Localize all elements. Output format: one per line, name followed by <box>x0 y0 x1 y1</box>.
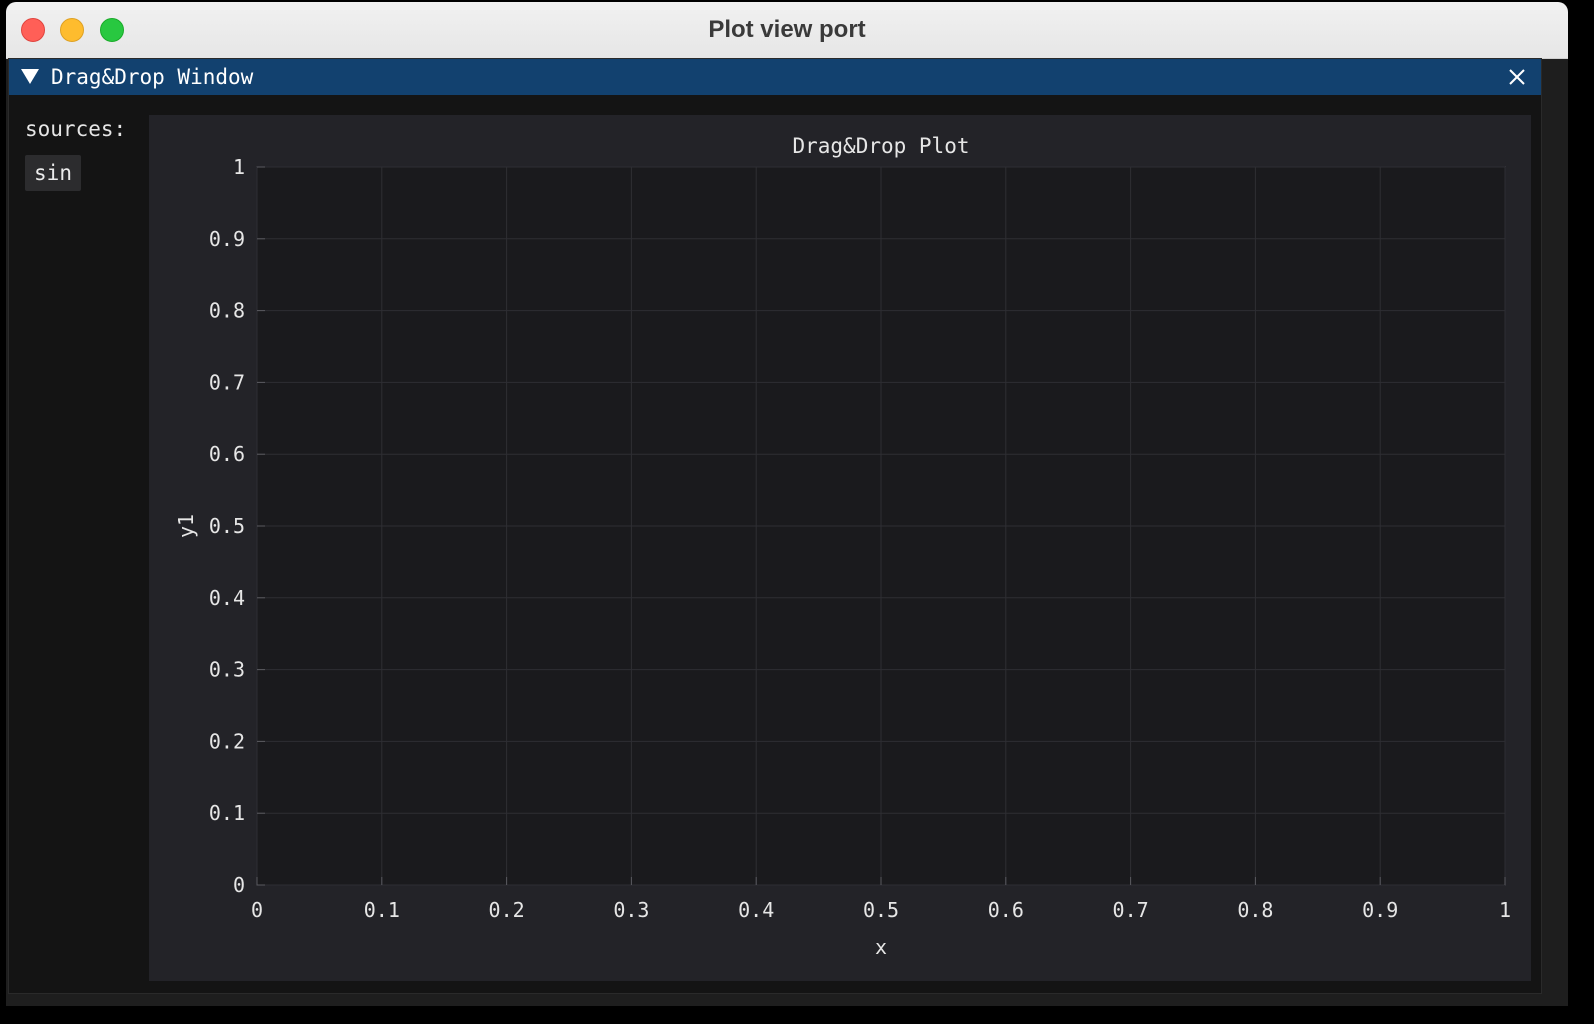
app-window: Plot view port Drag&Drop Window sources:… <box>6 2 1568 1006</box>
y-tick-label: 0.7 <box>209 370 245 394</box>
y-tick-label: 0.9 <box>209 227 245 251</box>
y-tick-label: 0 <box>233 873 245 897</box>
x-tick-labels: 0 0.1 0.2 0.3 0.4 0.5 0.6 0.7 0.8 0.9 1 <box>251 898 1511 922</box>
y-tick-label: 1 <box>233 155 245 179</box>
drag-drop-plot[interactable]: Drag&Drop Plot x y1 0 0.1 0.2 0.3 0.4 0.5 0.6 0… <box>149 115 1531 981</box>
y-tick-label: 0.3 <box>209 658 245 682</box>
x-tick-label: 0.4 <box>738 898 774 922</box>
x-tick-label: 0.1 <box>364 898 400 922</box>
collapse-triangle-icon[interactable] <box>21 69 39 84</box>
y-tick-label: 0.1 <box>209 801 245 825</box>
x-tick-label: 0 <box>251 898 263 922</box>
x-tick-label: 0.8 <box>1237 898 1273 922</box>
x-axis-label: x <box>875 935 887 959</box>
plot-frame: Drag&Drop Plot x y1 0 0.1 0.2 0.3 0.4 0.5 0.6 0… <box>149 115 1531 981</box>
x-tick-label: 1 <box>1499 898 1511 922</box>
plot-title: Drag&Drop Plot <box>792 134 969 158</box>
y-axis-label: y1 <box>174 514 198 538</box>
x-tick-label: 0.6 <box>988 898 1024 922</box>
sources-label: sources: <box>25 117 127 141</box>
x-tick-label: 0.3 <box>613 898 649 922</box>
imgui-titlebar[interactable]: Drag&Drop Window <box>9 59 1541 95</box>
y-tick-label: 0.4 <box>209 586 245 610</box>
imgui-window-title: Drag&Drop Window <box>51 65 254 89</box>
drag-drop-window: Drag&Drop Window sources: sin Drag&Drop … <box>8 58 1542 994</box>
y-tick-label: 0.8 <box>209 299 245 323</box>
x-tick-label: 0.9 <box>1362 898 1398 922</box>
y-tick-label: 0.6 <box>209 442 245 466</box>
close-icon[interactable] <box>1505 65 1529 89</box>
y-tick-labels: 0 0.1 0.2 0.3 0.4 0.5 0.6 0.7 0.8 0.9 1 <box>209 155 245 897</box>
x-tick-label: 0.2 <box>489 898 525 922</box>
x-tick-label: 0.7 <box>1113 898 1149 922</box>
y-tick-label: 0.2 <box>209 729 245 753</box>
window-title: Plot view port <box>708 16 866 43</box>
y-tick-label: 0.5 <box>209 514 245 538</box>
x-tick-label: 0.5 <box>863 898 899 922</box>
window-titlebar[interactable]: Plot view port <box>6 2 1568 59</box>
source-item-sin[interactable]: sin <box>25 155 81 191</box>
